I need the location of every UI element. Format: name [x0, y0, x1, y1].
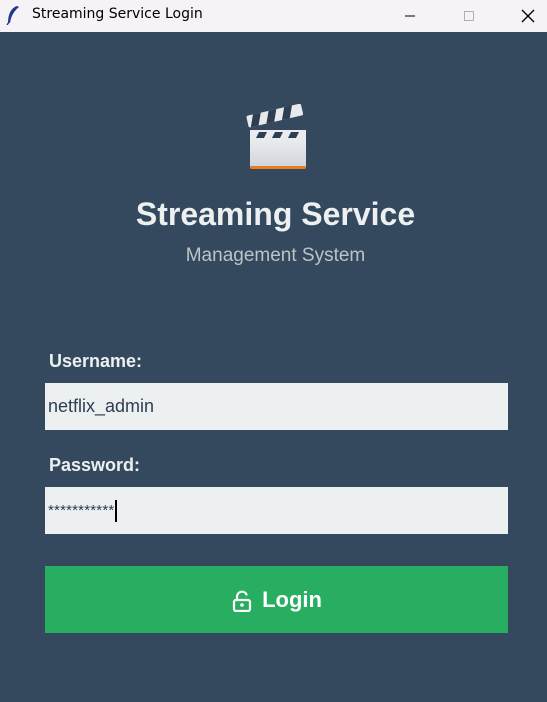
maximize-icon	[464, 11, 474, 21]
close-button[interactable]	[505, 0, 547, 32]
username-label: Username:	[49, 351, 143, 371]
username-value: netflix_admin	[48, 396, 155, 416]
title-bar: Streaming Service Login	[0, 0, 547, 32]
feather-icon	[6, 6, 19, 25]
login-label: Login	[262, 586, 322, 612]
password-value: ***********	[48, 502, 115, 519]
username-field[interactable]: netflix_admin	[45, 383, 508, 430]
password-field[interactable]: ***********	[45, 487, 508, 534]
login-button[interactable]: Login	[45, 566, 508, 633]
minimize-button[interactable]	[387, 0, 433, 32]
app-subtitle: Management System	[185, 245, 366, 266]
close-icon	[521, 9, 535, 23]
maximize-button[interactable]	[446, 0, 492, 32]
unlock-icon	[232, 590, 252, 612]
clapperboard-icon	[246, 104, 306, 169]
window-title: Streaming Service Login	[32, 6, 203, 22]
password-label: Password:	[49, 455, 141, 475]
minimize-icon	[405, 15, 415, 17]
text-cursor	[115, 499, 118, 522]
app-title: Streaming Service	[135, 196, 416, 232]
